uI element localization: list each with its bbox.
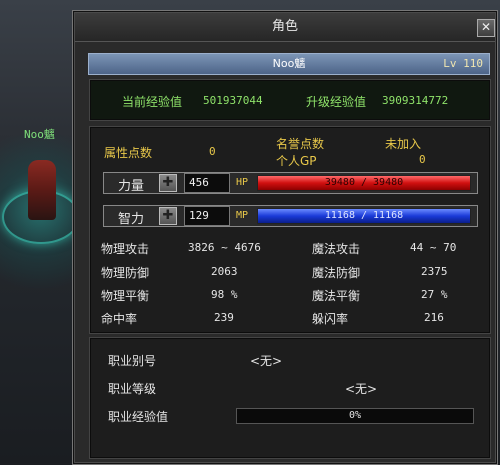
character-name: Noo魑 (272, 57, 306, 70)
personal-gp-value: 0 (419, 153, 426, 166)
combat-stat-label: 魔法防御 (312, 266, 361, 280)
current-exp-label: 当前经验值 (122, 95, 183, 109)
player-character[interactable] (28, 160, 56, 220)
job-exp-value: 0% (348, 410, 362, 421)
combat-stat-label: 物理攻击 (101, 242, 150, 256)
honor-points-value: 未加入 (385, 137, 422, 151)
combat-stat-label: 魔法平衡 (312, 289, 361, 303)
hp-label: HP (236, 177, 249, 188)
character-name-bar: Noo魑 Lv 110 (88, 53, 490, 75)
combat-stat-label: 躲闪率 (312, 312, 349, 326)
character-nameplate: Noo魑 (24, 128, 55, 141)
combat-stat-value: 216 (424, 311, 444, 324)
personal-gp-label: 个人GP (276, 154, 317, 168)
combat-stat-value: 239 (214, 311, 234, 324)
job-level-value: <无> (345, 382, 378, 396)
strength-label: 力量 (118, 179, 145, 194)
attribute-points-value: 0 (209, 145, 216, 158)
job-exp-label: 职业经验值 (108, 410, 169, 424)
hp-bar: 39480 / 39480 (257, 175, 471, 191)
close-button[interactable]: ✕ (477, 19, 495, 37)
next-level-exp-value: 3909314772 (382, 94, 449, 107)
combat-stat-value: 27 % (421, 288, 448, 301)
intellect-label: 智力 (118, 212, 145, 227)
combat-stat-value: 44 ~ 70 (410, 241, 457, 254)
combat-stat-label: 命中率 (101, 312, 138, 326)
strength-plus-button[interactable]: ✚ (159, 174, 177, 192)
job-id-value: <无> (250, 354, 283, 368)
window-title: 角色 (271, 19, 298, 34)
mp-label: MP (236, 210, 249, 221)
combat-stat-label: 物理平衡 (101, 289, 150, 303)
strength-value: 456 (184, 173, 230, 193)
attribute-points-label: 属性点数 (104, 146, 153, 160)
next-level-exp-label: 升级经验值 (306, 95, 367, 109)
combat-stat-value: 2063 (211, 265, 238, 278)
intellect-value: 129 (184, 206, 230, 226)
window-titlebar[interactable]: 角色 ✕ (75, 13, 495, 42)
combat-stat-value: 2375 (421, 265, 448, 278)
mp-bar: 11168 / 11168 (257, 208, 471, 224)
intellect-plus-button[interactable]: ✚ (159, 207, 177, 225)
combat-stat-value: 98 % (211, 288, 238, 301)
job-level-label: 职业等级 (108, 382, 157, 396)
combat-stat-label: 物理防御 (101, 266, 150, 280)
character-level: Lv 110 (443, 57, 483, 70)
combat-stat-value: 3826 ~ 4676 (188, 241, 261, 254)
current-exp-value: 501937044 (203, 94, 263, 107)
honor-points-label: 名誉点数 (276, 137, 325, 151)
job-id-label: 职业别号 (108, 354, 157, 368)
combat-stat-label: 魔法攻击 (312, 242, 361, 256)
job-exp-bar: 0% (236, 408, 474, 424)
